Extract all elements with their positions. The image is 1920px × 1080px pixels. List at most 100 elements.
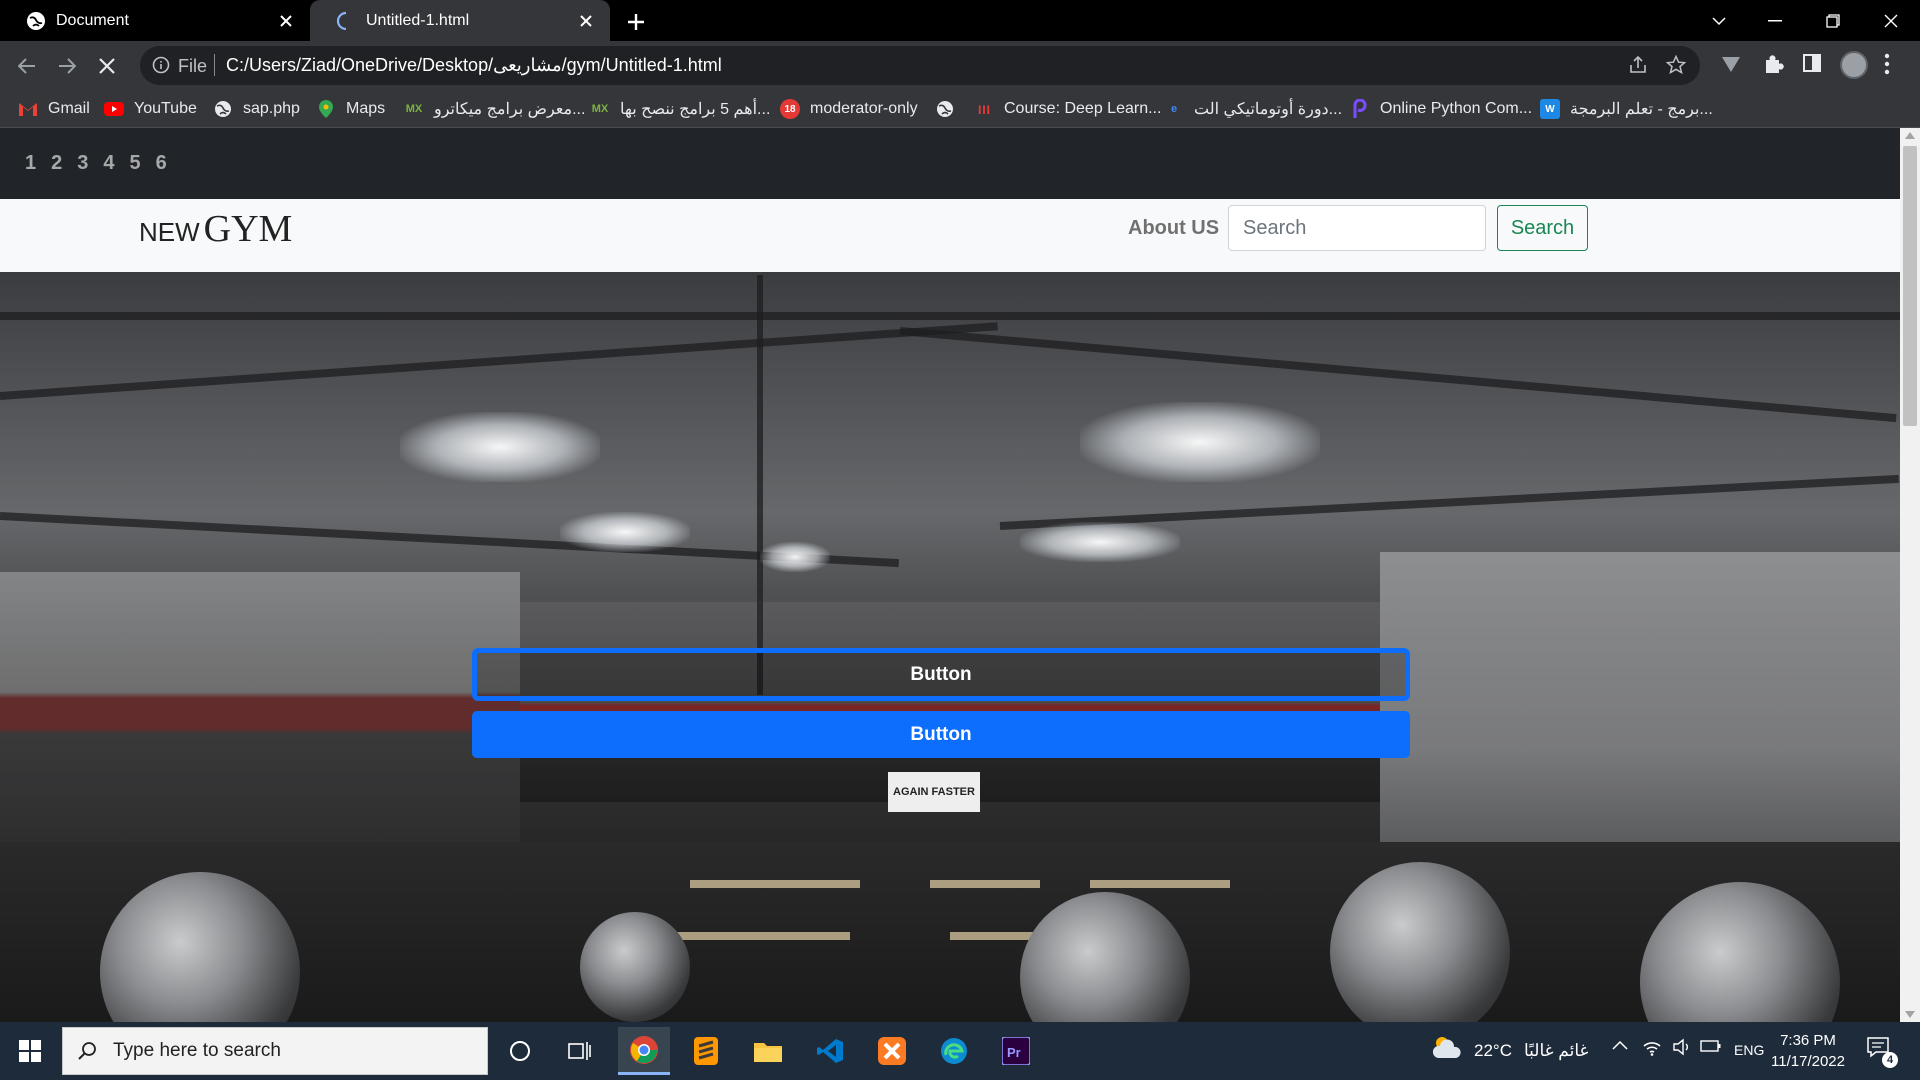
profile-avatar[interactable] — [1840, 51, 1868, 79]
share-icon[interactable] — [1628, 55, 1648, 75]
tab-document[interactable]: Document — [0, 0, 310, 41]
edge-icon[interactable] — [928, 1027, 980, 1075]
clock-time: 7:36 PM — [1780, 1032, 1836, 1049]
bookmark-globe[interactable] — [935, 98, 965, 120]
chrome-taskbar-icon[interactable] — [618, 1027, 670, 1075]
bookmark-label: YouTube — [134, 100, 197, 117]
address-bar[interactable]: File C:/Users/Ziad/OneDrive/Desktop/مشار… — [140, 46, 1700, 85]
ceiling-light — [560, 512, 690, 552]
doc-icon: e — [1170, 103, 1178, 115]
weather-cloud-icon[interactable] — [1432, 1034, 1462, 1060]
bookmark-star-icon[interactable] — [1666, 55, 1686, 75]
bookmark-code[interactable]: W برمج - تعلم البرمجة... — [1540, 98, 1713, 120]
scroll-up-arrow-icon[interactable] — [1905, 132, 1915, 139]
bookmark-deep-learning[interactable]: ווו Course: Deep Learn... — [974, 98, 1162, 120]
side-panel-icon[interactable] — [1802, 53, 1822, 73]
browser-toolbar: File C:/Users/Ziad/OneDrive/Desktop/مشار… — [0, 41, 1920, 90]
mx-icon: MX — [591, 103, 609, 115]
bookmark-mechatronics[interactable]: MX معرض برامج ميكاترو... — [404, 98, 586, 120]
file-explorer-icon[interactable] — [742, 1027, 794, 1075]
xampp-icon[interactable] — [866, 1027, 918, 1075]
task-view-icon[interactable] — [554, 1027, 606, 1075]
bookmark-sap[interactable]: sap.php — [213, 98, 300, 120]
cortana-icon[interactable] — [494, 1027, 546, 1075]
close-tab-icon[interactable] — [274, 9, 298, 33]
forward-arrow-icon[interactable] — [50, 49, 84, 83]
youtube-icon — [104, 99, 124, 119]
bookmark-gmail[interactable]: Gmail — [18, 98, 90, 120]
taskbar-search-box[interactable]: Type here to search — [62, 1027, 488, 1075]
scheme-label: File — [178, 56, 208, 76]
windows-start-icon[interactable] — [0, 1022, 60, 1080]
bookmark-label: moderator-only — [810, 100, 918, 117]
close-tab-icon[interactable] — [574, 9, 598, 33]
hero-outline-button[interactable]: Button — [472, 648, 1410, 701]
ceiling-light — [1020, 522, 1180, 562]
battery-icon[interactable] — [1700, 1039, 1722, 1053]
tab-strip: Document Untitled-1.html — [0, 0, 1920, 41]
address-separator — [214, 54, 215, 76]
floor-marking — [1090, 880, 1230, 888]
restore-icon[interactable] — [1810, 0, 1856, 41]
bookmark-top5[interactable]: MX أهم 5 برامج ننصح بها... — [590, 98, 771, 120]
scroll-down-arrow-icon[interactable] — [1905, 1011, 1915, 1018]
extensions-puzzle-icon[interactable] — [1762, 53, 1784, 75]
url-text[interactable]: C:/Users/Ziad/OneDrive/Desktop/مشاريعى/g… — [226, 55, 722, 76]
new-tab-icon[interactable] — [622, 8, 650, 36]
bookmark-label: معرض برامج ميكاترو... — [434, 101, 586, 118]
back-arrow-icon[interactable] — [10, 49, 44, 83]
taskbar-search-placeholder: Type here to search — [113, 1040, 281, 1061]
ceiling-beam — [899, 327, 1897, 423]
badge-icon: 18 — [780, 99, 800, 119]
nav-link-4[interactable]: 4 — [103, 152, 114, 175]
hero-primary-button[interactable]: Button — [472, 711, 1410, 758]
nav-link-2[interactable]: 2 — [51, 152, 62, 175]
ceiling-light — [400, 412, 600, 482]
page-scrollbar[interactable] — [1900, 128, 1920, 1022]
ceiling-beam — [0, 312, 1900, 320]
stop-loading-icon[interactable] — [90, 49, 124, 83]
bookmark-moderator[interactable]: 18 moderator-only — [780, 98, 918, 120]
wifi-icon[interactable] — [1642, 1038, 1662, 1056]
minimize-icon[interactable] — [1752, 0, 1798, 41]
system-clock[interactable]: 7:36 PM 11/17/2022 — [1760, 1030, 1856, 1072]
bookmark-maps[interactable]: Maps — [316, 98, 385, 120]
bookmark-label: sap.php — [243, 100, 300, 117]
info-icon[interactable] — [152, 56, 170, 74]
bookmark-label: أهم 5 برامج ننصح بها... — [620, 101, 771, 118]
volume-icon[interactable] — [1672, 1038, 1692, 1056]
search-input[interactable] — [1228, 205, 1486, 251]
search-button[interactable]: Search — [1497, 205, 1588, 251]
nav-link-3[interactable]: 3 — [77, 152, 88, 175]
nav-link-5[interactable]: 5 — [130, 152, 141, 175]
premiere-pro-icon[interactable]: Pr — [990, 1027, 1042, 1075]
nav-link-6[interactable]: 6 — [156, 152, 167, 175]
bookmark-online-python[interactable]: Online Python Com... — [1350, 98, 1532, 120]
weather-desc[interactable]: غائم غالبًا — [1524, 1041, 1588, 1061]
gmail-icon — [18, 99, 38, 119]
ceiling-light — [1080, 402, 1320, 482]
brand-prefix: NEW — [139, 217, 200, 247]
extension-v-icon[interactable] — [1720, 53, 1742, 75]
more-menu-icon[interactable] — [1884, 53, 1890, 75]
right-wall — [1380, 552, 1900, 882]
loading-spinner-icon — [336, 11, 356, 31]
maps-icon — [316, 99, 336, 119]
notification-count-badge: 4 — [1882, 1052, 1898, 1068]
ceiling-light — [760, 542, 830, 572]
bookmark-youtube[interactable]: YouTube — [104, 98, 197, 120]
svg-text:Pr: Pr — [1007, 1045, 1021, 1060]
about-us-link[interactable]: About US — [1128, 217, 1219, 240]
tab-untitled[interactable]: Untitled-1.html — [310, 0, 610, 41]
vscode-icon[interactable] — [804, 1027, 856, 1075]
tray-chevron-up-icon[interactable] — [1612, 1040, 1628, 1050]
close-window-icon[interactable] — [1868, 0, 1914, 41]
course-icon: ווו — [977, 101, 991, 117]
brand-logo[interactable]: NEW GYM — [139, 207, 292, 251]
sublime-text-icon[interactable] — [680, 1027, 732, 1075]
scroll-thumb[interactable] — [1903, 146, 1917, 426]
bookmark-automation[interactable]: e دورة أوتوماتيكي الت... — [1164, 98, 1342, 120]
weather-temp[interactable]: 22°C — [1474, 1041, 1512, 1061]
nav-link-1[interactable]: 1 — [25, 152, 36, 175]
tab-search-chevron-icon[interactable] — [1696, 0, 1742, 41]
